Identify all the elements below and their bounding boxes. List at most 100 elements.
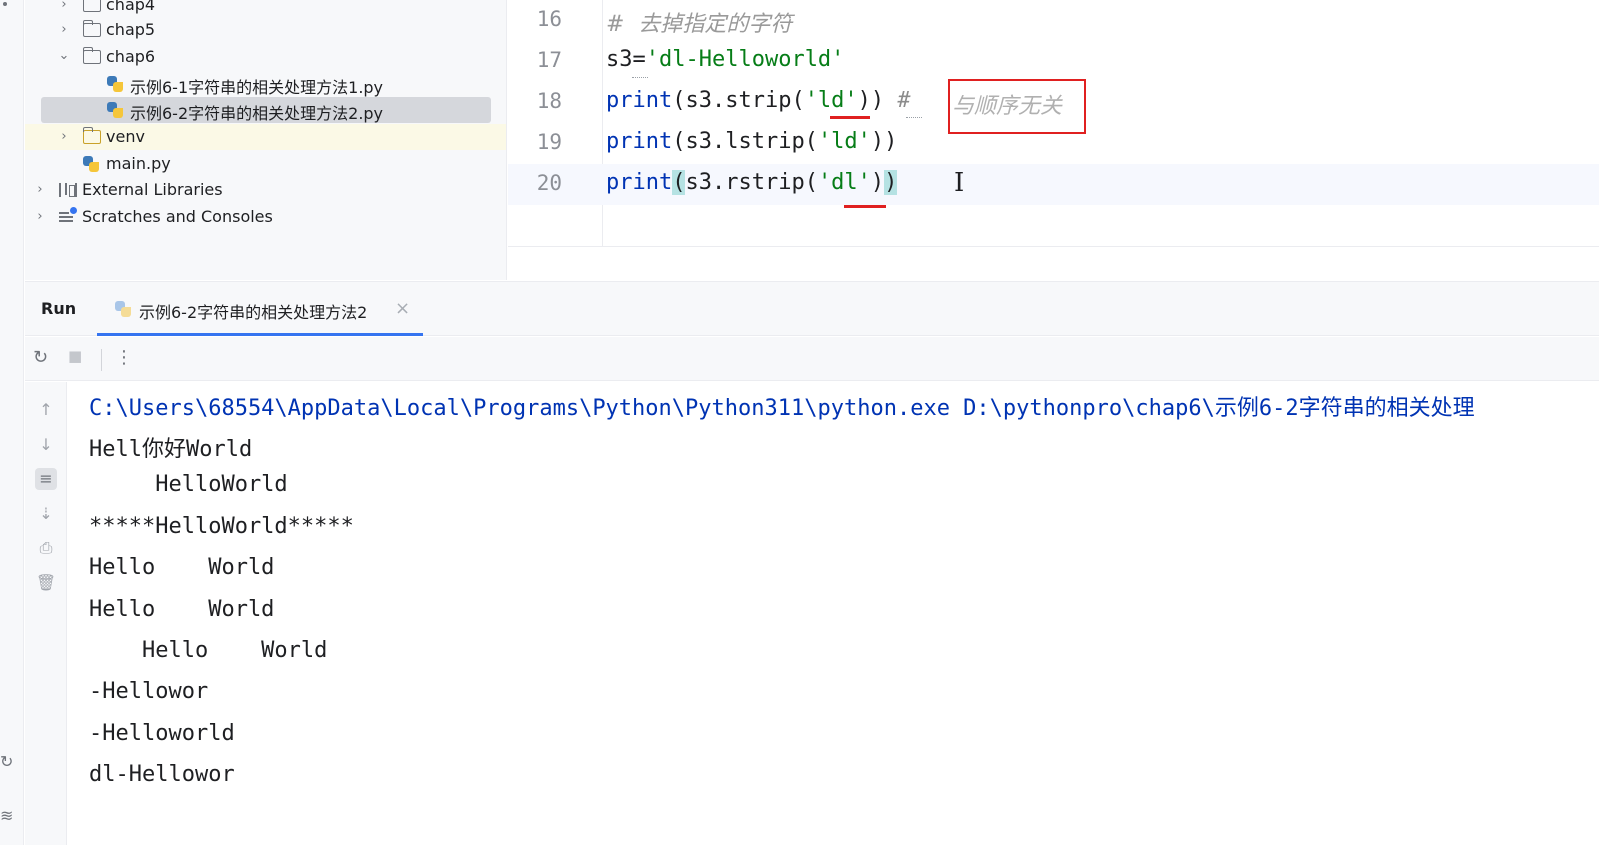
- code-line-17[interactable]: 17 s3='dl-Helloworld': [508, 41, 1599, 82]
- code-comment: #: [884, 88, 924, 113]
- toolbar-separator: [101, 349, 102, 371]
- console-line: Hello World: [89, 555, 275, 580]
- tool-strip-layers-icon[interactable]: ≋: [0, 806, 13, 825]
- console-line: -Hellowor: [89, 679, 209, 704]
- tree-item-label: chap5: [106, 20, 156, 39]
- tree-item-label: Scratches and Consoles: [82, 207, 273, 226]
- red-underline-annotation: [844, 205, 886, 208]
- code-builtin: print: [606, 129, 673, 154]
- scratches-icon: [59, 207, 77, 224]
- chevron-right-icon[interactable]: ›: [33, 210, 47, 224]
- tree-item-label: main.py: [106, 154, 171, 173]
- arrow-down-icon[interactable]: ↓: [35, 434, 57, 456]
- folder-icon: [83, 0, 101, 12]
- code-text: s3='dl-Helloworld': [606, 47, 844, 72]
- console-line: *****HelloWorld*****: [89, 514, 354, 539]
- arrow-up-icon[interactable]: ↑: [35, 399, 57, 421]
- library-icon: [59, 183, 77, 197]
- run-tool-window: Run 示例6-2字符串的相关处理方法2 × ↻ ■ ⋮ ↑ ↓ ≡ ⇣ ⎙ 🗑…: [25, 281, 1599, 845]
- code-call: s3.rstrip(: [685, 170, 818, 195]
- console-line: Hell你好World: [89, 437, 253, 462]
- code-close: )): [857, 88, 885, 113]
- tree-item-chap5[interactable]: › chap5: [25, 17, 506, 43]
- tree-item-label: External Libraries: [82, 180, 223, 199]
- run-toolbar: ↻ ■ ⋮: [25, 337, 1599, 381]
- tree-item-file-6-2[interactable]: 示例6-2字符串的相关处理方法2.py: [25, 97, 506, 123]
- code-string: 'dl-Helloworld': [645, 47, 845, 72]
- weak-warning-squiggle: [632, 74, 648, 78]
- editor-bottom-border: [508, 246, 1599, 247]
- tree-item-scratches[interactable]: › Scratches and Consoles: [25, 204, 506, 230]
- rerun-icon[interactable]: ↻: [33, 347, 48, 368]
- chevron-right-icon[interactable]: ›: [33, 183, 47, 197]
- console-command-line: C:\Users\68554\AppData\Local\Programs\Py…: [89, 396, 1475, 421]
- code-builtin: print: [606, 88, 673, 113]
- code-string: 'ld': [817, 129, 871, 154]
- code-line-16[interactable]: 16 # 去掉指定的字符: [508, 0, 1599, 41]
- code-call: (s3.strip(: [672, 88, 805, 113]
- tree-item-label: chap4: [106, 0, 156, 14]
- console-line: Hello World: [89, 638, 328, 663]
- tree-item-label: 示例6-1字符串的相关处理方法1.py: [130, 78, 384, 97]
- python-file-icon: [107, 76, 123, 92]
- code-variable: s3=: [606, 47, 646, 72]
- line-number: 16: [536, 7, 562, 31]
- code-text: print(s3.rstrip('dl')): [606, 170, 898, 195]
- chevron-right-icon[interactable]: ›: [57, 0, 71, 12]
- code-text: print(s3.strip('ld')) #: [606, 88, 924, 113]
- chevron-right-icon[interactable]: ›: [57, 23, 71, 37]
- tree-item-venv[interactable]: › venv: [25, 124, 506, 150]
- code-string: 'ld': [804, 88, 858, 113]
- tree-item-external-libraries[interactable]: › External Libraries: [25, 177, 506, 203]
- tool-strip-sync-icon[interactable]: ↻: [0, 752, 13, 771]
- code-comment: # 去掉指定的字符: [606, 12, 793, 37]
- tool-strip-dot: [3, 2, 7, 6]
- matched-brace-open: (: [672, 170, 686, 195]
- code-string: 'dl': [817, 170, 871, 195]
- python-file-icon: [115, 301, 131, 317]
- run-title[interactable]: Run: [41, 299, 76, 318]
- annotation-text: 与顺序无关: [952, 94, 1063, 119]
- line-number: 18: [536, 89, 562, 113]
- console-line: Hello World: [89, 597, 275, 622]
- left-tool-strip: ↻ ≋: [0, 0, 24, 845]
- line-number: 17: [536, 48, 562, 72]
- print-icon[interactable]: ⎙: [35, 537, 57, 559]
- tree-item-label: chap6: [106, 47, 156, 66]
- line-number: 19: [536, 130, 562, 154]
- code-close: )): [870, 129, 898, 154]
- console-line: dl-Hellowor: [89, 762, 235, 787]
- code-editor[interactable]: 16 # 去掉指定的字符 17 s3='dl-Helloworld' 18 pr…: [508, 0, 1599, 280]
- tree-item-main-py[interactable]: main.py: [25, 151, 506, 177]
- chevron-right-icon[interactable]: ›: [57, 130, 71, 144]
- text-cursor-icon: I: [954, 168, 965, 198]
- console-output[interactable]: C:\Users\68554\AppData\Local\Programs\Py…: [89, 382, 1599, 845]
- close-icon[interactable]: ×: [395, 298, 410, 319]
- more-options-icon[interactable]: ⋮: [115, 347, 133, 368]
- run-header: Run 示例6-2字符串的相关处理方法2 ×: [25, 282, 1599, 336]
- folder-icon: [82, 47, 101, 64]
- code-line-20[interactable]: 20 print(s3.rstrip('dl')) I: [508, 164, 1599, 208]
- run-tab-label: 示例6-2字符串的相关处理方法2: [139, 303, 368, 322]
- stop-icon[interactable]: ■: [68, 347, 82, 365]
- code-close: ): [870, 170, 885, 195]
- trash-icon[interactable]: 🗑: [35, 572, 57, 594]
- tree-item-label: venv: [106, 127, 145, 146]
- tree-item-chap4[interactable]: › chap4: [25, 0, 506, 18]
- scroll-to-end-icon[interactable]: ⇣: [35, 503, 57, 525]
- folder-icon: [82, 127, 101, 144]
- project-tree: › chap4 › chap5 ⌄ chap6 示例6-1字符串的相关处理方法1…: [25, 0, 507, 280]
- python-file-icon: [107, 102, 123, 118]
- chevron-down-icon[interactable]: ⌄: [57, 49, 71, 63]
- code-builtin: print: [606, 170, 673, 195]
- red-underline-annotation: [830, 116, 870, 119]
- tree-item-chap6[interactable]: ⌄ chap6: [25, 44, 506, 70]
- weak-warning-squiggle: [906, 114, 922, 118]
- tree-item-file-6-1[interactable]: 示例6-1字符串的相关处理方法1.py: [25, 71, 506, 97]
- tree-item-label: 示例6-2字符串的相关处理方法2.py: [130, 104, 384, 123]
- code-call: (s3.lstrip(: [672, 129, 818, 154]
- soft-wrap-icon[interactable]: ≡: [35, 468, 57, 490]
- console-line: -Helloworld: [89, 721, 235, 746]
- run-tab[interactable]: 示例6-2字符串的相关处理方法2 ×: [97, 282, 423, 336]
- line-number: 20: [536, 171, 562, 195]
